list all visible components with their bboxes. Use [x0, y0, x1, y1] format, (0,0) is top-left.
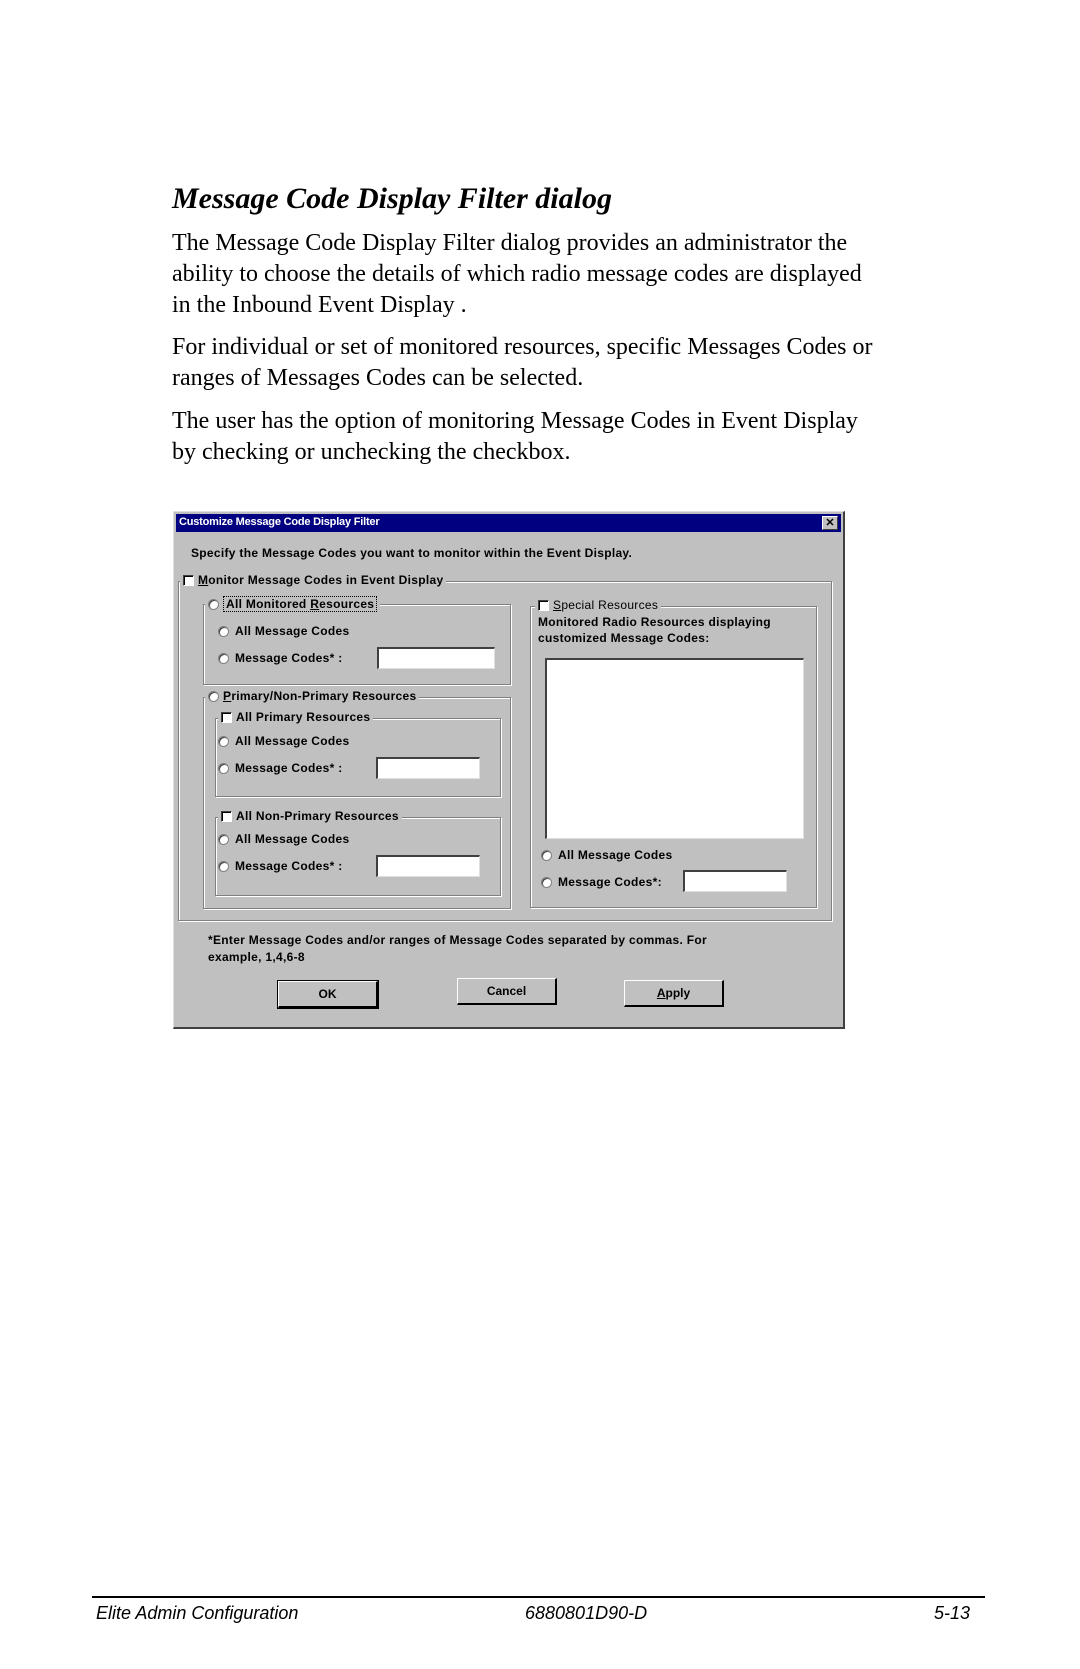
- monitor-checkbox-box[interactable]: [183, 574, 194, 586]
- description-line: customized Message Codes:: [538, 631, 710, 645]
- non-primary-codes-radio[interactable]: Message Codes* :: [218, 859, 343, 873]
- label-text: esources: [319, 597, 375, 611]
- label-text: onitor Message Codes in Event Display: [208, 573, 444, 587]
- radio-button[interactable]: [541, 876, 552, 888]
- apply-button[interactable]: Apply: [624, 980, 724, 1007]
- checkbox-label: All Non-Primary Resources: [236, 809, 399, 823]
- radio-button[interactable]: [218, 762, 229, 774]
- radio-button[interactable]: [218, 860, 229, 872]
- radio-label: All Message Codes: [235, 624, 350, 638]
- paragraph-resources: For individual or set of monitored resou…: [172, 332, 972, 394]
- dialog-title: Customize Message Code Display Filter: [179, 516, 380, 528]
- all-monitored-radio[interactable]: All Monitored Resources: [205, 596, 381, 612]
- all-monitored-codes-input[interactable]: [377, 647, 495, 669]
- all-monitored-group: [203, 604, 511, 685]
- radio-label: Message Codes* :: [235, 859, 343, 873]
- special-resources-description: Monitored Radio Resources displaying cus…: [538, 614, 771, 646]
- radio-label: All Message Codes: [558, 848, 673, 862]
- note-line: *Enter Message Codes and/or ranges of Me…: [208, 933, 707, 947]
- ok-button[interactable]: OK: [277, 980, 379, 1009]
- paragraph-line: For individual or set of monitored resou…: [172, 334, 873, 360]
- accelerator-key: M: [198, 573, 209, 587]
- customize-message-code-dialog: Customize Message Code Display Filter ✕ …: [173, 511, 845, 1029]
- label-text: pecial Resources: [561, 598, 659, 612]
- radio-button[interactable]: [218, 735, 229, 747]
- primary-codes-radio[interactable]: Message Codes* :: [218, 761, 343, 775]
- radio-button[interactable]: [541, 849, 552, 861]
- checkbox-label: All Primary Resources: [236, 710, 371, 724]
- close-x-icon: ✕: [825, 517, 835, 529]
- accelerator-key: R: [310, 597, 320, 611]
- label-text: rimary/Non-Primary Resources: [231, 689, 417, 703]
- radio-label: All Message Codes: [235, 832, 350, 846]
- paragraph-line: The user has the option of monitoring Me…: [172, 408, 858, 434]
- monitor-checkbox[interactable]: Monitor Message Codes in Event Display: [180, 573, 447, 587]
- paragraph-line: ability to choose the details of which r…: [172, 261, 862, 287]
- non-primary-all-codes-radio[interactable]: All Message Codes: [218, 832, 349, 846]
- non-primary-codes-input[interactable]: [376, 855, 480, 877]
- paragraph-line: in the Inbound Event Display .: [172, 292, 467, 318]
- radio-button[interactable]: [218, 652, 229, 664]
- primary-all-codes-radio[interactable]: All Message Codes: [218, 734, 349, 748]
- all-monitored-radio-button[interactable]: [208, 598, 219, 610]
- special-all-codes-radio[interactable]: All Message Codes: [541, 848, 672, 862]
- paragraph-line: by checking or unchecking the checkbox.: [172, 439, 571, 465]
- special-resources-listbox[interactable]: [545, 658, 804, 839]
- all-monitored-all-codes-radio[interactable]: All Message Codes: [218, 624, 349, 638]
- codes-format-note: *Enter Message Codes and/or ranges of Me…: [208, 932, 707, 966]
- primary-non-primary-radio-button[interactable]: [208, 690, 219, 702]
- checkbox-box[interactable]: [221, 810, 232, 822]
- monitor-checkbox-label: Monitor Message Codes in Event Display: [198, 573, 443, 587]
- special-codes-radio[interactable]: Message Codes*:: [541, 875, 662, 889]
- primary-non-primary-radio[interactable]: Primary/Non-Primary Resources: [205, 689, 420, 703]
- radio-button[interactable]: [218, 625, 229, 637]
- paragraph-line: The Message Code Display Filter dialog p…: [172, 230, 848, 256]
- radio-label: Message Codes* :: [235, 761, 343, 775]
- radio-button[interactable]: [218, 833, 229, 845]
- radio-label: Message Codes*:: [558, 875, 662, 889]
- instruction-text: Specify the Message Codes you want to mo…: [191, 546, 633, 560]
- all-primary-checkbox[interactable]: All Primary Resources: [218, 710, 374, 724]
- all-monitored-label: All Monitored Resources: [223, 596, 378, 612]
- radio-label: Message Codes* :: [235, 651, 343, 665]
- close-button[interactable]: ✕: [822, 516, 838, 530]
- label-text: All Monitored: [226, 597, 311, 611]
- special-codes-input[interactable]: [683, 870, 787, 892]
- footer-doc-number: 6880801D90-D: [525, 1603, 648, 1623]
- radio-label: All Message Codes: [235, 734, 350, 748]
- accelerator-key: A: [656, 986, 666, 1000]
- special-resources-label: Special Resources: [553, 598, 658, 612]
- special-resources-checkbox[interactable]: Special Resources: [535, 598, 662, 612]
- section-heading: Message Code Display Filter dialog: [172, 182, 612, 215]
- paragraph-option: The user has the option of monitoring Me…: [172, 406, 972, 468]
- primary-codes-input[interactable]: [376, 757, 480, 779]
- paragraph-intro: The Message Code Display Filter dialog p…: [172, 228, 972, 321]
- checkbox-box[interactable]: [221, 711, 232, 723]
- note-line: example, 1,4,6-8: [208, 950, 305, 964]
- checkbox-box[interactable]: [538, 599, 549, 611]
- paragraph-line: ranges of Messages Codes can be selected…: [172, 365, 584, 391]
- all-monitored-codes-radio[interactable]: Message Codes* :: [218, 651, 343, 665]
- primary-non-primary-label: Primary/Non-Primary Resources: [223, 689, 416, 703]
- footer-page-number: 5-13: [934, 1603, 971, 1623]
- button-label: pply: [665, 986, 691, 1000]
- description-line: Monitored Radio Resources displaying: [538, 615, 771, 629]
- footer-rule: [92, 1596, 985, 1598]
- dialog-titlebar[interactable]: Customize Message Code Display Filter ✕: [176, 514, 841, 532]
- footer-title: Elite Admin Configuration: [96, 1603, 299, 1623]
- cancel-button[interactable]: Cancel: [457, 978, 557, 1005]
- all-non-primary-checkbox[interactable]: All Non-Primary Resources: [218, 809, 402, 823]
